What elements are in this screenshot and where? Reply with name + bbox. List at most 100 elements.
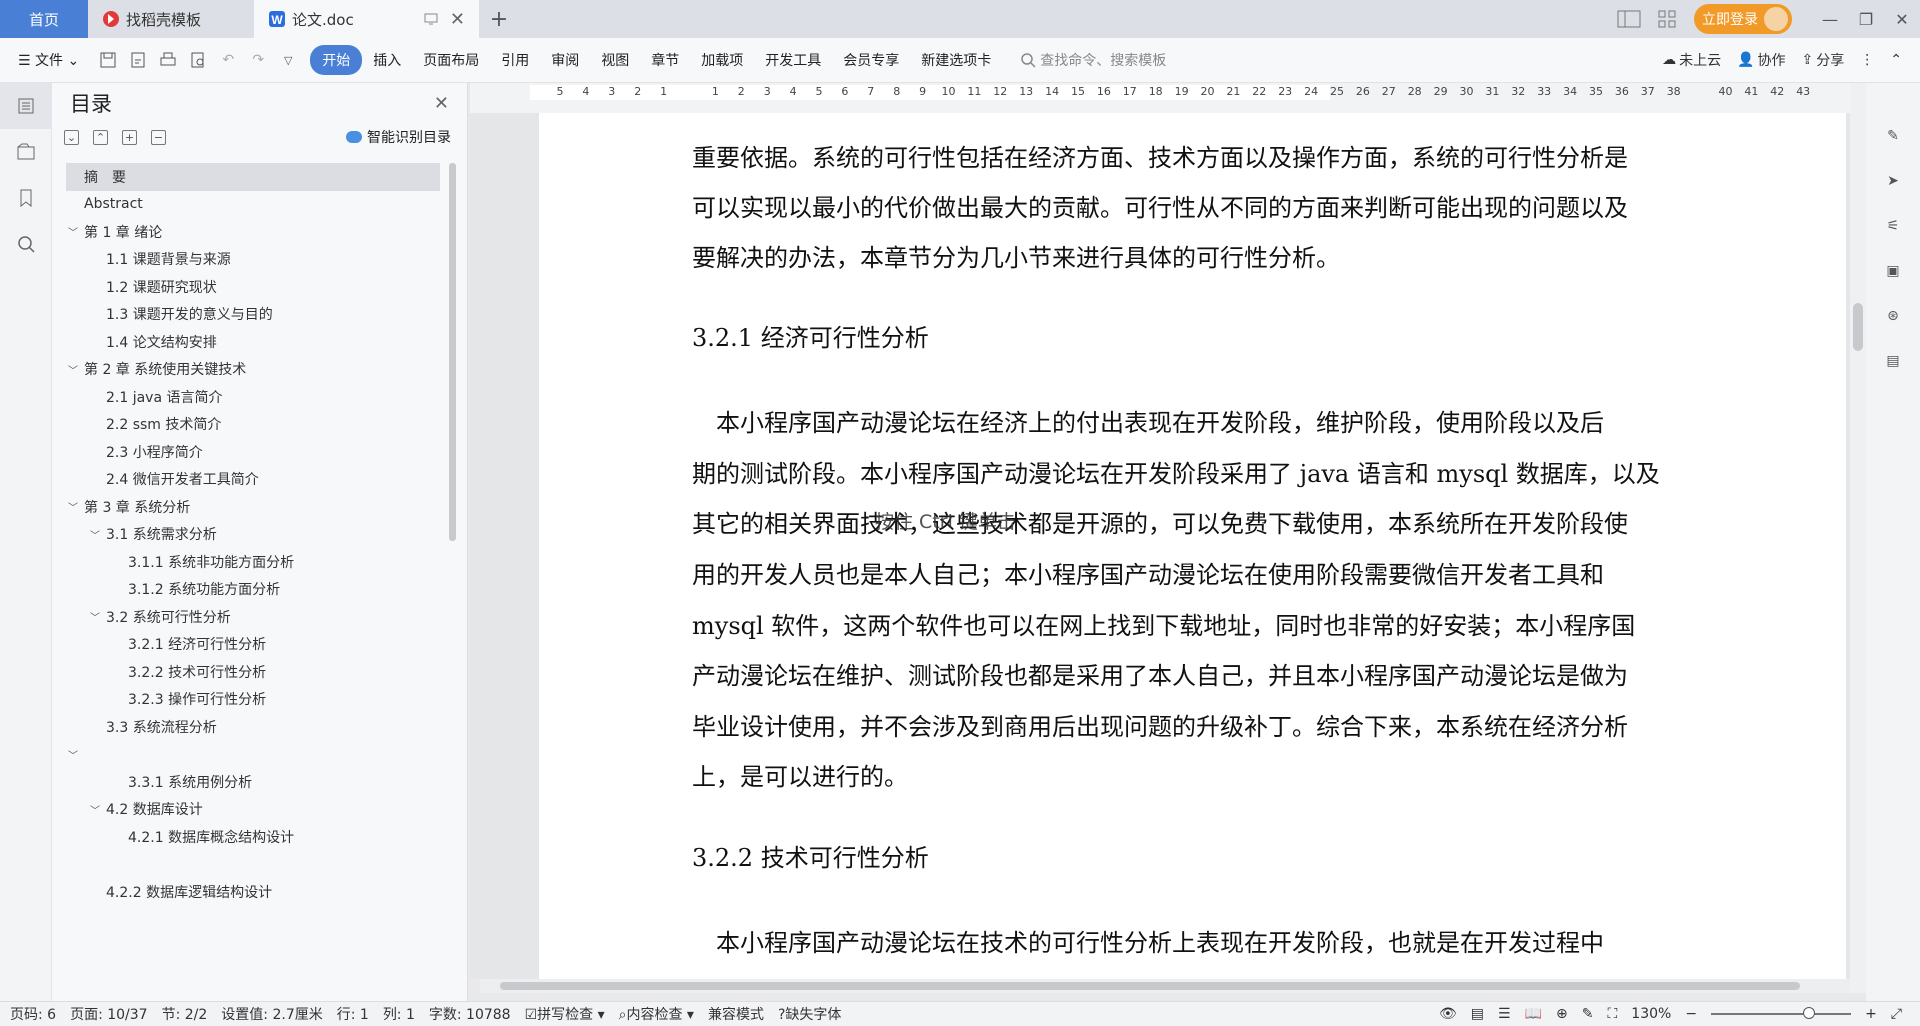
tab-document[interactable]: W 论文.doc ✕: [254, 0, 479, 38]
ribbon-tab-member[interactable]: 会员专享: [832, 50, 910, 70]
status-col[interactable]: 列: 1: [383, 1004, 415, 1024]
zoom-level[interactable]: 130%: [1631, 1006, 1671, 1022]
collapse-up-icon[interactable]: ⌃: [93, 129, 108, 145]
restore-button[interactable]: ❐: [1848, 0, 1884, 38]
page-view-icon[interactable]: ▤: [1471, 1006, 1484, 1022]
pin-window-icon[interactable]: [424, 13, 438, 25]
fullscreen-icon[interactable]: ⤢: [1891, 1006, 1902, 1022]
redo-icon[interactable]: ↷: [246, 48, 270, 72]
login-button[interactable]: 立即登录: [1694, 4, 1792, 34]
zoom-in-icon[interactable]: +: [1865, 1006, 1877, 1022]
tab-template[interactable]: 找稻壳模板: [88, 0, 254, 38]
toc-item[interactable]: ﹀ 第 1 章 绪论: [66, 218, 440, 246]
ribbon-tab-insert[interactable]: 插入: [362, 50, 412, 70]
toc-item[interactable]: 摘 要: [66, 163, 440, 191]
ribbon-tab-section[interactable]: 章节: [640, 50, 690, 70]
close-icon[interactable]: ✕: [434, 93, 449, 114]
toc-nav-icon[interactable]: [0, 83, 52, 129]
toc-item[interactable]: 2.3 小程序简介: [66, 438, 440, 466]
compass-icon[interactable]: ⊛: [1866, 293, 1920, 338]
close-tab-icon[interactable]: ✕: [450, 9, 465, 30]
toc-item[interactable]: 3.2.2 技术可行性分析: [66, 658, 440, 686]
apps-grid-icon[interactable]: [1648, 0, 1686, 38]
toc-item[interactable]: Abstract: [66, 191, 440, 219]
toc-item[interactable]: 3.2.1 经济可行性分析: [66, 631, 440, 659]
undo-icon[interactable]: ↶: [216, 48, 240, 72]
pointer-icon[interactable]: ➤: [1866, 158, 1920, 203]
chevron-down-icon[interactable]: ﹀: [66, 224, 80, 239]
compat-mode[interactable]: 兼容模式: [708, 1004, 764, 1024]
missing-font-button[interactable]: ?缺失字体: [778, 1004, 841, 1024]
reading-icon[interactable]: ▤: [1866, 338, 1920, 383]
find-icon[interactable]: [0, 221, 52, 267]
ribbon-tab-layout[interactable]: 页面布局: [412, 50, 490, 70]
ribbon-tab-review[interactable]: 审阅: [540, 50, 590, 70]
toc-item[interactable]: 1.1 课题背景与来源: [66, 246, 440, 274]
status-pages[interactable]: 页面: 10/37: [70, 1004, 148, 1024]
chevron-down-icon[interactable]: ﹀: [66, 747, 80, 762]
toc-item[interactable]: 3.3 系统流程分析: [66, 713, 440, 741]
horizontal-ruler[interactable]: 5 4 3 2 1 1 2 3 4 5 6 7 8 9 10 11 12 13 14 15 16 17 18 19 20 21 22…: [470, 83, 1850, 113]
spell-check-button[interactable]: ☑拼写检查 ▾: [525, 1004, 605, 1024]
horizontal-scrollbar[interactable]: [480, 979, 1850, 993]
add-heading-icon[interactable]: +: [122, 129, 137, 145]
ribbon-tab-view[interactable]: 视图: [590, 50, 640, 70]
toc-item[interactable]: ﹀ 第 3 章 系统分析: [66, 493, 440, 521]
toc-item[interactable]: 1.4 论文结构安排: [66, 328, 440, 356]
chevron-down-icon[interactable]: ﹀: [88, 527, 102, 542]
vertical-scrollbar[interactable]: [1850, 83, 1866, 993]
command-search[interactable]: 查找命令、搜索模板: [1020, 50, 1166, 70]
zoom-slider[interactable]: [1711, 1007, 1852, 1019]
status-setting[interactable]: 设置值: 2.7厘米: [221, 1004, 322, 1024]
print-icon[interactable]: [156, 48, 180, 72]
content-check-button[interactable]: ⌕内容检查 ▾: [619, 1004, 694, 1024]
bookmark-icon[interactable]: [0, 175, 52, 221]
window-layout-icon[interactable]: [1610, 0, 1648, 38]
fit-page-icon[interactable]: ⛶: [1607, 1006, 1617, 1022]
toc-item[interactable]: 1.3 课题开发的意义与目的: [66, 301, 440, 329]
status-page[interactable]: 页码: 6: [10, 1004, 56, 1024]
toc-scrollbar[interactable]: [449, 163, 456, 541]
toc-item[interactable]: 4.2.2 数据库逻辑结构设计: [66, 878, 440, 906]
write-view-icon[interactable]: ✎: [1582, 1006, 1594, 1022]
read-view-icon[interactable]: 📖: [1525, 1006, 1542, 1022]
chapter-nav-icon[interactable]: [0, 129, 52, 175]
status-words[interactable]: 字数: 10788: [429, 1004, 511, 1024]
customize-toolbar-icon[interactable]: ▽: [276, 48, 300, 72]
collapse-ribbon-icon[interactable]: ⌃: [1890, 52, 1902, 68]
more-options-icon[interactable]: ⋮: [1860, 52, 1874, 68]
ribbon-tab-developer[interactable]: 开发工具: [754, 50, 832, 70]
toc-item[interactable]: 1.2 课题研究现状: [66, 273, 440, 301]
toc-item[interactable]: ﹀ 3.1 系统需求分析: [66, 521, 440, 549]
horizontal-scroll-thumb[interactable]: [500, 982, 1800, 990]
ribbon-tab-addins[interactable]: 加载项: [690, 50, 754, 70]
tab-home[interactable]: 首页: [0, 0, 88, 38]
toc-item[interactable]: ﹀ 3.2 系统可行性分析: [66, 603, 440, 631]
toc-item[interactable]: 3.2.3 操作可行性分析: [66, 686, 440, 714]
adjust-icon[interactable]: ⚟: [1866, 203, 1920, 248]
toc-item[interactable]: 3.3.1 系统用例分析: [66, 768, 440, 796]
new-tab-button[interactable]: +: [479, 0, 519, 38]
minimize-button[interactable]: —: [1812, 0, 1848, 38]
outline-view-icon[interactable]: ☰: [1498, 1006, 1511, 1022]
remove-heading-icon[interactable]: −: [151, 129, 166, 145]
zoom-out-icon[interactable]: −: [1685, 1006, 1697, 1022]
toc-item[interactable]: 2.2 ssm 技术简介: [66, 411, 440, 439]
toc-item[interactable]: 2.1 java 语言简介: [66, 383, 440, 411]
zoom-slider-knob[interactable]: [1803, 1007, 1816, 1019]
share-button[interactable]: ⇪ 分享: [1802, 50, 1845, 70]
toc-item[interactable]: 3.1.2 系统功能方面分析: [66, 576, 440, 604]
toc-item[interactable]: [66, 851, 440, 879]
web-view-icon[interactable]: ⊕: [1556, 1006, 1568, 1022]
collab-button[interactable]: 👤 协作: [1737, 50, 1785, 70]
save-icon[interactable]: [96, 48, 120, 72]
eye-protect-icon[interactable]: 👁: [1439, 1006, 1457, 1022]
chevron-down-icon[interactable]: ﹀: [66, 499, 80, 514]
ribbon-tab-new[interactable]: 新建选项卡: [910, 50, 1002, 70]
ribbon-tab-references[interactable]: 引用: [490, 50, 540, 70]
ribbon-tab-start[interactable]: 开始: [310, 45, 363, 75]
image-tool-icon[interactable]: ▣: [1866, 248, 1920, 293]
cloud-status[interactable]: ☁ 未上云: [1662, 50, 1721, 70]
expand-down-icon[interactable]: ⌄: [64, 129, 79, 145]
status-row[interactable]: 行: 1: [337, 1004, 369, 1024]
